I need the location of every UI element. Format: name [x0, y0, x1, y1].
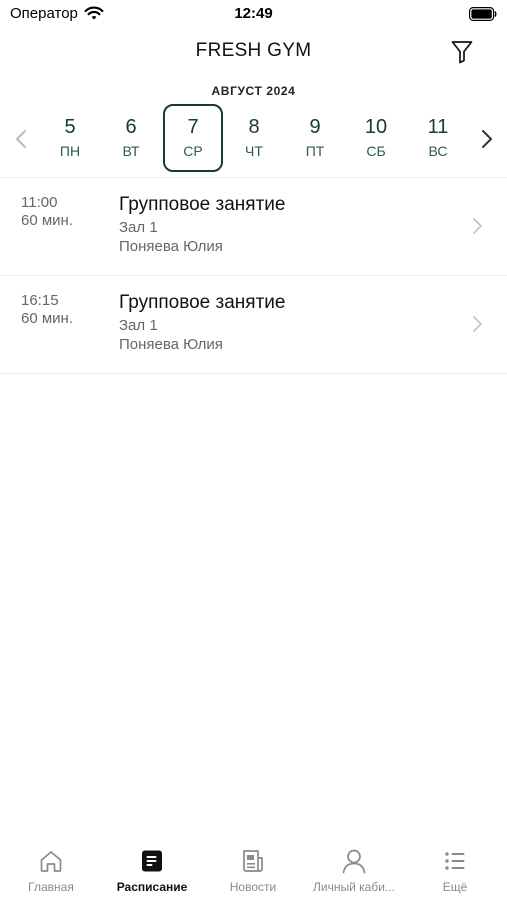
chevron-right-icon: [473, 218, 482, 234]
list-icon: [445, 852, 465, 870]
next-week-button[interactable]: [477, 126, 497, 152]
tab-label: Главная: [28, 880, 74, 894]
schedule-icon: [142, 850, 162, 872]
session-hall: Зал 1: [119, 317, 158, 334]
tab-news[interactable]: Новости: [203, 848, 303, 896]
chevron-right-icon: [482, 130, 492, 148]
battery-icon: [469, 7, 497, 21]
session-trainer: Поняева Юлия: [119, 336, 223, 353]
day-cell[interactable]: 10 СБ: [346, 104, 406, 172]
clock: 12:49: [234, 5, 273, 22]
previous-week-button[interactable]: [11, 126, 31, 152]
day-cell[interactable]: 5 ПН: [40, 104, 100, 172]
day-number: 9: [309, 116, 321, 138]
divider: [0, 373, 507, 374]
tab-label: Ещё: [442, 880, 468, 894]
day-weekday: ЧТ: [245, 143, 263, 159]
day-number: 10: [364, 116, 388, 138]
day-number: 7: [187, 116, 199, 138]
tab-account[interactable]: Личный каби...: [304, 848, 404, 896]
day-number: 5: [64, 116, 76, 138]
month-label: АВГУСТ 2024: [211, 84, 296, 98]
session-duration: 60 мин.: [21, 212, 73, 229]
chevron-left-icon: [16, 130, 26, 148]
day-weekday: ВТ: [122, 143, 140, 159]
day-cell[interactable]: 6 ВТ: [101, 104, 161, 172]
session-time: 11:00: [21, 194, 58, 211]
day-weekday: СР: [183, 143, 203, 159]
session-trainer: Поняева Юлия: [119, 238, 223, 255]
session-title: Групповое занятие: [119, 292, 286, 313]
chevron-right-icon: [473, 316, 482, 332]
day-cell-selected[interactable]: 7 СР: [163, 104, 223, 172]
session-hall: Зал 1: [119, 219, 158, 236]
session-time: 16:15: [21, 292, 59, 309]
session-duration: 60 мин.: [21, 310, 73, 327]
week-strip: 5 ПН 6 ВТ 7 СР 8 ЧТ 9 ПТ 10 СБ 11 ВС: [0, 104, 507, 174]
day-weekday: ПН: [59, 143, 81, 159]
person-icon: [342, 849, 366, 874]
status-bar: Оператор 12:49: [0, 0, 507, 28]
day-cell[interactable]: 8 ЧТ: [224, 104, 284, 172]
day-number: 11: [427, 116, 449, 138]
filter-button[interactable]: [448, 38, 476, 66]
session-row[interactable]: 16:15 60 мин. Групповое занятие Зал 1 По…: [0, 276, 507, 373]
tab-bar: Главная Расписание Новости Личный каби..…: [0, 838, 507, 900]
news-icon: [243, 850, 263, 872]
session-title: Групповое занятие: [119, 194, 286, 215]
day-weekday: СБ: [366, 143, 386, 159]
day-number: 8: [248, 116, 260, 138]
day-cell[interactable]: 11 ВС: [408, 104, 468, 172]
day-number: 6: [125, 116, 137, 138]
home-icon: [40, 851, 62, 872]
tab-label: Расписание: [116, 880, 188, 894]
tab-label: Новости: [229, 880, 277, 894]
tab-home[interactable]: Главная: [1, 848, 101, 896]
filter-icon: [451, 41, 473, 64]
tab-more[interactable]: Ещё: [405, 848, 505, 896]
tab-label: Личный каби...: [313, 880, 395, 894]
day-weekday: ПТ: [305, 143, 325, 159]
day-weekday: ВС: [428, 143, 448, 159]
day-cell[interactable]: 9 ПТ: [285, 104, 345, 172]
page-title: FRESH GYM: [195, 40, 312, 61]
tab-schedule[interactable]: Расписание: [102, 848, 202, 896]
session-row[interactable]: 11:00 60 мин. Групповое занятие Зал 1 По…: [0, 178, 507, 275]
